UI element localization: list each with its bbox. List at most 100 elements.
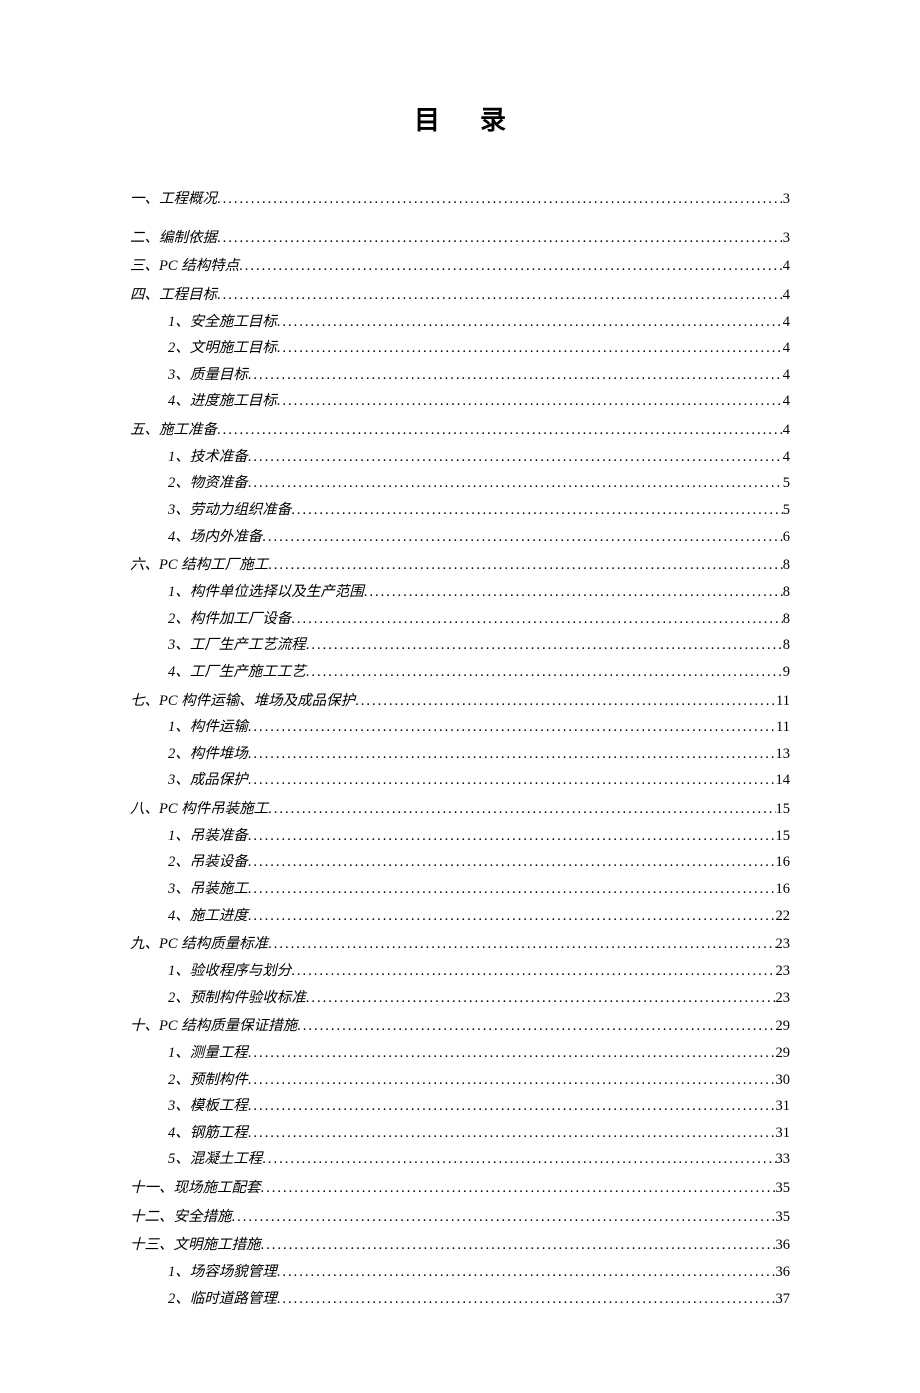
toc-leader-dots [261, 1176, 776, 1201]
toc-label: 八、PC 构件吊装施工 [130, 797, 268, 822]
toc-entry: 3、劳动力组织准备5 [130, 498, 790, 523]
toc-page-number: 29 [776, 1041, 791, 1066]
toc-page-number: 4 [783, 418, 790, 443]
toc-entry: 3、吊装施工16 [130, 877, 790, 902]
toc-page-number: 23 [776, 932, 791, 957]
toc-entry: 三、PC 结构特点 4 [130, 254, 790, 279]
page-title: 目录 [130, 100, 790, 137]
toc-page-number: 30 [776, 1068, 791, 1093]
toc-leader-dots [297, 1014, 775, 1039]
toc-page-number: 35 [776, 1205, 791, 1230]
toc-leader-dots [291, 498, 783, 523]
toc-page-number: 8 [783, 607, 790, 632]
toc-label: 四、工程目标 [130, 283, 217, 308]
toc-leader-dots [277, 1260, 776, 1285]
toc-leader-dots [248, 850, 776, 875]
toc-label: 二、编制依据 [130, 226, 217, 251]
toc-page-number: 8 [783, 580, 790, 605]
toc-page-number: 29 [776, 1014, 791, 1039]
toc-entry: 2、预制构件 30 [130, 1068, 790, 1093]
toc-leader-dots [277, 310, 783, 335]
toc-leader-dots [248, 363, 783, 388]
toc-page-number: 23 [776, 959, 791, 984]
toc-entry: 3、模板工程31 [130, 1094, 790, 1119]
toc-leader-dots [291, 959, 775, 984]
toc-entry: 4、钢筋工程31 [130, 1121, 790, 1146]
toc-entry: 六、PC 结构工厂施工 8 [130, 553, 790, 578]
toc-page-number: 4 [783, 336, 790, 361]
toc-leader-dots [277, 1287, 776, 1312]
toc-label: 十三、文明施工措施 [130, 1233, 261, 1258]
toc-leader-dots [262, 525, 783, 550]
toc-leader-dots [217, 226, 783, 251]
toc-label: 3、成品保护 [168, 768, 248, 793]
toc-leader-dots [248, 445, 783, 470]
toc-page-number: 33 [776, 1147, 791, 1172]
toc-entry: 4、进度施工目标 4 [130, 389, 790, 414]
toc-leader-dots [248, 904, 776, 929]
toc-page-number: 5 [783, 471, 790, 496]
toc-leader-dots [306, 986, 776, 1011]
toc-page-number: 11 [776, 715, 790, 740]
toc-leader-dots [248, 768, 776, 793]
toc-leader-dots [261, 1233, 776, 1258]
toc-label: 1、验收程序与划分 [168, 959, 291, 984]
toc-label: 1、安全施工目标 [168, 310, 277, 335]
toc-leader-dots [248, 742, 776, 767]
toc-entry: 2、预制构件验收标准23 [130, 986, 790, 1011]
toc-page-number: 23 [776, 986, 791, 1011]
toc-entry: 十、PC 结构质量保证措施 29 [130, 1014, 790, 1039]
toc-label: 1、测量工程 [168, 1041, 248, 1066]
toc-page-number: 8 [783, 553, 790, 578]
toc-leader-dots [355, 689, 776, 714]
toc-page-number: 3 [783, 226, 790, 251]
toc-page-number: 15 [776, 797, 791, 822]
toc-entry: 2、物资准备5 [130, 471, 790, 496]
toc-label: 十、PC 结构质量保证措施 [130, 1014, 297, 1039]
toc-leader-dots [268, 553, 783, 578]
toc-entry: 十一、现场施工配套 35 [130, 1176, 790, 1201]
toc-page-number: 9 [783, 660, 790, 685]
toc-page-number: 37 [776, 1287, 791, 1312]
toc-label: 六、PC 结构工厂施工 [130, 553, 268, 578]
toc-leader-dots [239, 254, 783, 279]
toc-leader-dots [248, 1068, 776, 1093]
toc-entry: 3、质量目标4 [130, 363, 790, 388]
toc-entry: 二、编制依据 3 [130, 226, 790, 251]
toc-label: 1、技术准备 [168, 445, 248, 470]
toc-entry: 1、技术准备4 [130, 445, 790, 470]
toc-entry: 五、施工准备 4 [130, 418, 790, 443]
toc-leader-dots [248, 715, 776, 740]
toc-page-number: 5 [783, 498, 790, 523]
toc-entry: 1、场容场貌管理36 [130, 1260, 790, 1285]
toc-page-number: 4 [783, 389, 790, 414]
toc-leader-dots [217, 187, 783, 212]
toc-page-number: 35 [776, 1176, 791, 1201]
toc-entry: 4、场内外准备6 [130, 525, 790, 550]
toc-label: 一、工程概况 [130, 187, 217, 212]
toc-entry: 四、工程目标 4 [130, 283, 790, 308]
toc-entry: 2、吊装设备16 [130, 850, 790, 875]
toc-entry: 十三、文明施工措施 36 [130, 1233, 790, 1258]
toc-entry: 1、测量工程 29 [130, 1041, 790, 1066]
toc-page-number: 4 [783, 254, 790, 279]
toc-page-number: 16 [776, 877, 791, 902]
toc-label: 1、构件运输 [168, 715, 248, 740]
toc-entry: 3、成品保护14 [130, 768, 790, 793]
toc-leader-dots [248, 1121, 776, 1146]
toc-entry: 1、验收程序与划分 23 [130, 959, 790, 984]
toc-leader-dots [217, 418, 783, 443]
toc-label: 4、施工进度 [168, 904, 248, 929]
toc-entry: 2、文明施工目标4 [130, 336, 790, 361]
toc-entry: 2、临时道路管理37 [130, 1287, 790, 1312]
toc-leader-dots [364, 580, 783, 605]
toc-page-number: 4 [783, 283, 790, 308]
toc-leader-dots [248, 877, 776, 902]
toc-label: 2、预制构件 [168, 1068, 248, 1093]
toc-label: 五、施工准备 [130, 418, 217, 443]
toc-page-number: 13 [776, 742, 791, 767]
toc-label: 2、构件堆场 [168, 742, 248, 767]
toc-label: 3、工厂生产工艺流程 [168, 633, 306, 658]
toc-label: 4、进度施工目标 [168, 389, 277, 414]
toc-label: 2、构件加工厂设备 [168, 607, 291, 632]
